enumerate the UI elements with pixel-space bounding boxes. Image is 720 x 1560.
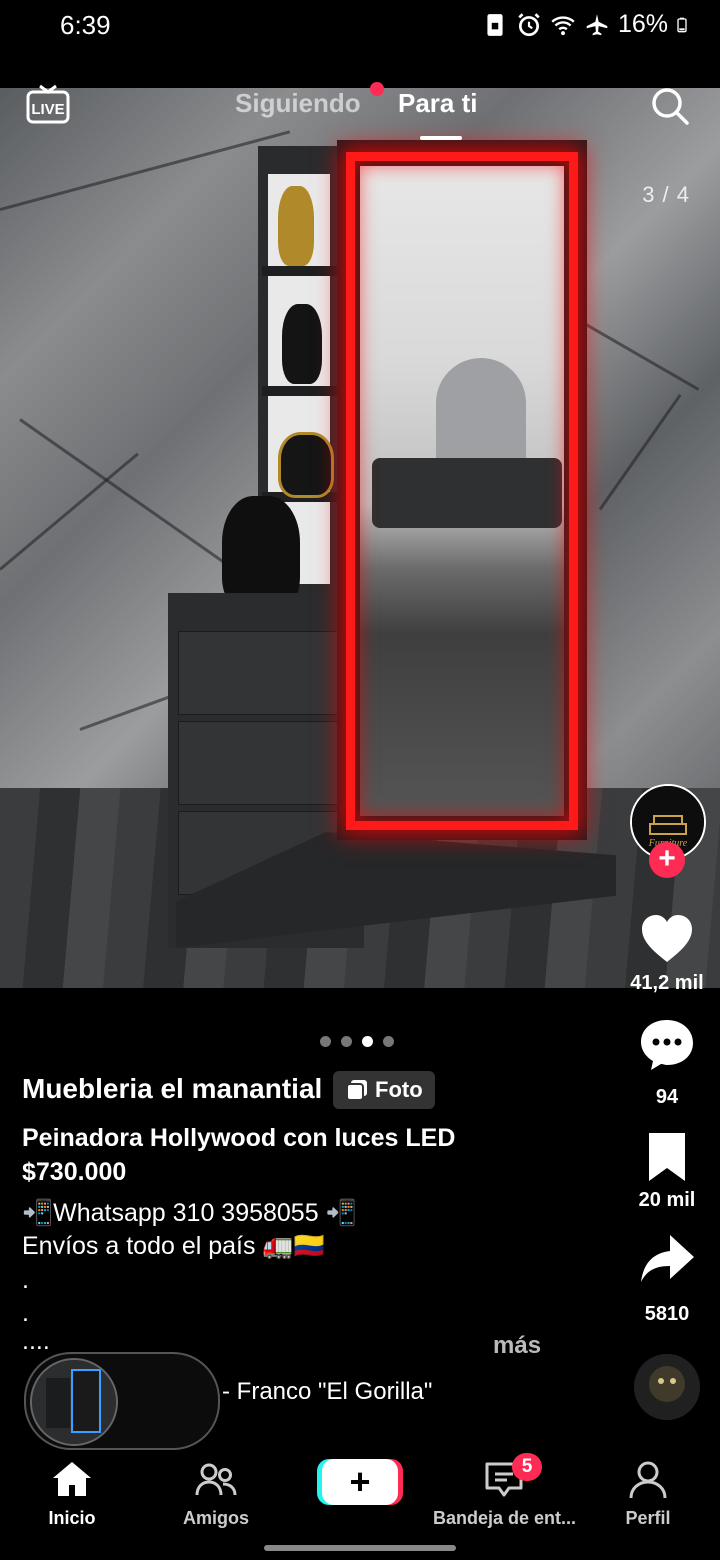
like-count: 41,2 mil (630, 972, 704, 994)
search-icon[interactable] (650, 86, 690, 126)
active-tab-indicator (420, 136, 462, 140)
nav-profile-label: Perfil (625, 1508, 671, 1528)
like-icon[interactable] (638, 910, 696, 968)
battery-percent: 16% (617, 10, 668, 38)
description-line[interactable]: 📲Whatsapp 310 3958055 📲 (22, 1199, 357, 1228)
photos-icon (346, 1080, 367, 1101)
sim-icon (487, 13, 503, 36)
post-price[interactable]: $730.000 (22, 1158, 126, 1187)
carousel-dots (320, 1036, 394, 1047)
home-icon (53, 1462, 91, 1496)
tab-for-you[interactable]: Para ti (398, 88, 478, 119)
author-name[interactable]: Muebleria el manantial (22, 1073, 322, 1105)
led-strip (346, 152, 578, 830)
music-title[interactable]: - Franco "El Gorilla" (222, 1378, 432, 1406)
share-icon[interactable] (638, 1230, 696, 1288)
airplane-icon (586, 13, 608, 35)
nav-inbox-label: Bandeja de ent... (433, 1508, 575, 1528)
nav-home[interactable]: Inicio (2, 1458, 142, 1529)
music-thumbnail[interactable] (30, 1358, 118, 1446)
follow-button[interactable]: + (649, 842, 685, 878)
description-line[interactable]: . (22, 1266, 29, 1295)
carousel-dot (341, 1036, 352, 1047)
tab-following[interactable]: Siguiendo (235, 88, 361, 119)
status-time: 6:39 (60, 10, 111, 40)
photo-counter: 3 / 4 (642, 182, 690, 207)
post-photo[interactable]: 3 / 4 (0, 88, 720, 988)
photo-badge: Foto (333, 1071, 435, 1109)
status-icons: 16% (482, 10, 692, 39)
description-line[interactable]: Envíos a todo el país 🚛🇨🇴 (22, 1232, 325, 1261)
home-indicator[interactable] (264, 1545, 456, 1551)
create-button[interactable]: + (322, 1459, 398, 1505)
wifi-icon (551, 15, 575, 35)
battery-icon (677, 17, 687, 32)
comment-icon[interactable] (638, 1016, 696, 1074)
carousel-dot-active (362, 1036, 373, 1047)
alarm-icon (518, 12, 540, 36)
comment-count: 94 (655, 1086, 679, 1108)
bookmark-icon[interactable] (638, 1128, 696, 1186)
inbox-badge: 5 (512, 1453, 542, 1481)
nav-inbox[interactable]: Bandeja de ent... (433, 1458, 575, 1529)
friends-icon (195, 1463, 237, 1496)
share-count: 5810 (644, 1303, 690, 1325)
nav-friends-label: Amigos (182, 1508, 249, 1528)
photo-badge-label: Foto (375, 1077, 423, 1102)
following-notification-dot (370, 82, 384, 96)
music-disc[interactable] (634, 1354, 700, 1420)
carousel-dot (320, 1036, 331, 1047)
live-icon[interactable]: LIVE (26, 84, 70, 124)
description-line[interactable]: . (22, 1299, 29, 1328)
nav-friends[interactable]: Amigos (146, 1458, 286, 1529)
nav-home-label: Inicio (48, 1508, 96, 1528)
profile-icon (629, 1461, 667, 1499)
carousel-dot (383, 1036, 394, 1047)
post-title[interactable]: Peinadora Hollywood con luces LED (22, 1124, 455, 1153)
more-link[interactable]: más (493, 1332, 541, 1360)
save-count: 20 mil (638, 1189, 696, 1211)
nav-profile[interactable]: Perfil (578, 1458, 718, 1529)
music-disc-image (634, 1354, 700, 1420)
description-line[interactable]: .... (22, 1327, 50, 1356)
thumbnail-image (32, 1360, 116, 1444)
live-label: LIVE (31, 101, 64, 118)
